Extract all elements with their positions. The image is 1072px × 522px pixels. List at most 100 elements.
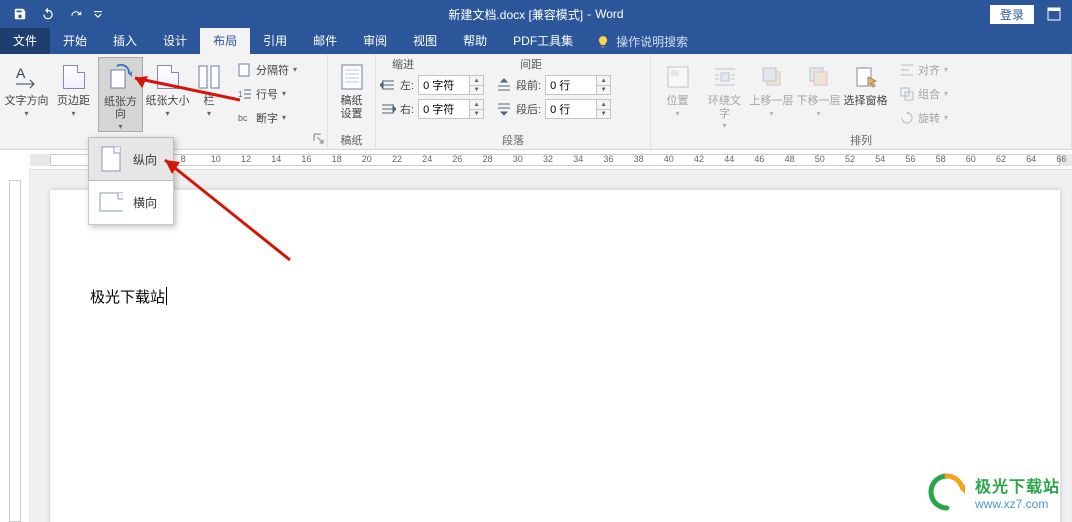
- dialog-launcher-icon[interactable]: [313, 133, 324, 144]
- ruler-tick: 44: [724, 154, 734, 164]
- spin-up-button[interactable]: ▲: [596, 100, 610, 109]
- align-button[interactable]: 对齐 ▾: [896, 59, 952, 81]
- save-button[interactable]: [6, 0, 34, 28]
- watermark-title: 极光下载站: [975, 473, 1060, 497]
- chevron-down-icon: ▾: [118, 122, 122, 131]
- redo-icon: [69, 7, 83, 21]
- tab-layout[interactable]: 布局: [200, 28, 250, 54]
- ribbon-tabs: 文件 开始 插入 设计 布局 引用 邮件 审阅 视图 帮助 PDF工具集 操作说…: [0, 28, 1072, 54]
- chevron-down-icon: ▾: [282, 113, 286, 122]
- ruler-tick: 56: [905, 154, 915, 164]
- position-icon: [666, 65, 690, 89]
- ruler-tick: 32: [543, 154, 553, 164]
- tab-design[interactable]: 设计: [150, 28, 200, 54]
- title-separator: -: [587, 7, 591, 21]
- tab-insert[interactable]: 插入: [100, 28, 150, 54]
- indent-right-icon: [380, 102, 396, 116]
- tab-pdf-tools[interactable]: PDF工具集: [500, 28, 586, 54]
- svg-text:bc: bc: [238, 113, 248, 123]
- indent-header: 缩进: [392, 56, 414, 72]
- login-button[interactable]: 登录: [990, 5, 1034, 24]
- spin-down-button[interactable]: ▼: [596, 109, 610, 118]
- portrait-page-icon: [101, 146, 121, 172]
- hyphenation-icon: bc: [238, 111, 252, 125]
- align-icon: [900, 63, 914, 77]
- spin-down-button[interactable]: ▼: [469, 109, 483, 118]
- spin-up-button[interactable]: ▲: [596, 76, 610, 85]
- paragraph-group-label: 段落: [376, 132, 650, 149]
- tab-references[interactable]: 引用: [250, 28, 300, 54]
- rotate-button[interactable]: 旋转 ▾: [896, 107, 952, 129]
- indent-left-label: 左:: [400, 77, 414, 93]
- indent-left-spinner[interactable]: ▲▼: [418, 75, 484, 95]
- group-icon: [900, 87, 914, 101]
- tab-home[interactable]: 开始: [50, 28, 100, 54]
- ruler-tick: 34: [573, 154, 583, 164]
- spacing-before-icon: [496, 78, 512, 92]
- watermark: 极光下载站 www.xz7.com: [927, 472, 1060, 512]
- lightbulb-icon: [596, 35, 610, 49]
- text-direction-icon: A: [14, 64, 40, 90]
- spin-down-button[interactable]: ▼: [596, 85, 610, 94]
- indent-right-input[interactable]: [419, 102, 469, 116]
- ruler-tick: 18: [332, 154, 342, 164]
- chevron-down-icon: ▾: [675, 109, 679, 118]
- app-name: Word: [595, 7, 623, 21]
- undo-button[interactable]: [34, 0, 62, 28]
- manuscript-icon: [341, 64, 363, 90]
- tell-me-search[interactable]: 操作说明搜索: [586, 29, 698, 54]
- tab-help[interactable]: 帮助: [450, 28, 500, 54]
- bring-forward-button[interactable]: 上移一层▾: [749, 57, 794, 132]
- selection-pane-button[interactable]: 选择窗格: [843, 57, 888, 132]
- window-title: 新建文档.docx [兼容模式] - Word: [448, 6, 623, 23]
- chevron-down-icon: ▾: [71, 109, 75, 118]
- ruler-tick: 22: [392, 154, 402, 164]
- redo-button[interactable]: [62, 0, 90, 28]
- title-bar: 新建文档.docx [兼容模式] - Word 登录: [0, 0, 1072, 28]
- vertical-ruler[interactable]: [0, 170, 30, 522]
- ruler-tick: 30: [513, 154, 523, 164]
- manuscript-settings-button[interactable]: 稿纸 设置: [332, 57, 371, 132]
- indent-left-input[interactable]: [419, 78, 469, 92]
- tab-view[interactable]: 视图: [400, 28, 450, 54]
- hyphenation-button[interactable]: bc 断字 ▾: [234, 107, 301, 129]
- spacing-after-spinner[interactable]: ▲▼: [545, 99, 611, 119]
- ruler-tick: 42: [694, 154, 704, 164]
- send-backward-button[interactable]: 下移一层▾: [796, 57, 841, 132]
- tab-review[interactable]: 审阅: [350, 28, 400, 54]
- indent-right-spinner[interactable]: ▲▼: [418, 99, 484, 119]
- ruler-tick: 38: [634, 154, 644, 164]
- ribbon-display-options[interactable]: [1044, 4, 1064, 24]
- watermark-logo-icon: [927, 472, 967, 512]
- spacing-after-input[interactable]: [546, 102, 596, 116]
- position-button[interactable]: 位置▾: [655, 57, 700, 132]
- ruler-tick: 26: [452, 154, 462, 164]
- chevron-down-icon: ▾: [24, 109, 28, 118]
- wrap-text-button[interactable]: 环绕文 字▾: [702, 57, 747, 132]
- chevron-down-icon: [94, 10, 102, 18]
- ruler-tick: 54: [875, 154, 885, 164]
- arrange-group-label: 排列: [651, 132, 1071, 149]
- ruler-tick: 60: [966, 154, 976, 164]
- document-body-text[interactable]: 极光下载站: [90, 286, 167, 307]
- text-direction-button[interactable]: A 文字方向 ▾: [4, 57, 49, 132]
- margins-button[interactable]: 页边距 ▾: [51, 57, 96, 132]
- spin-up-button[interactable]: ▲: [469, 100, 483, 109]
- tab-file[interactable]: 文件: [0, 28, 50, 54]
- qat-customize-button[interactable]: [90, 0, 106, 28]
- ruler-tick: 52: [845, 154, 855, 164]
- tab-mailings[interactable]: 邮件: [300, 28, 350, 54]
- ruler-tick: 64: [1026, 154, 1036, 164]
- undo-icon: [41, 7, 55, 21]
- group-objects-button[interactable]: 组合 ▾: [896, 83, 952, 105]
- chevron-down-icon: ▾: [944, 113, 948, 122]
- chevron-down-icon: ▾: [293, 65, 297, 74]
- tell-me-placeholder: 操作说明搜索: [616, 33, 688, 50]
- chevron-down-icon: ▾: [207, 109, 211, 118]
- ruler-tick: 58: [936, 154, 946, 164]
- manuscript-group-label: 稿纸: [328, 132, 375, 149]
- spacing-before-spinner[interactable]: ▲▼: [545, 75, 611, 95]
- spacing-before-input[interactable]: [546, 78, 596, 92]
- spin-down-button[interactable]: ▼: [469, 85, 483, 94]
- spin-up-button[interactable]: ▲: [469, 76, 483, 85]
